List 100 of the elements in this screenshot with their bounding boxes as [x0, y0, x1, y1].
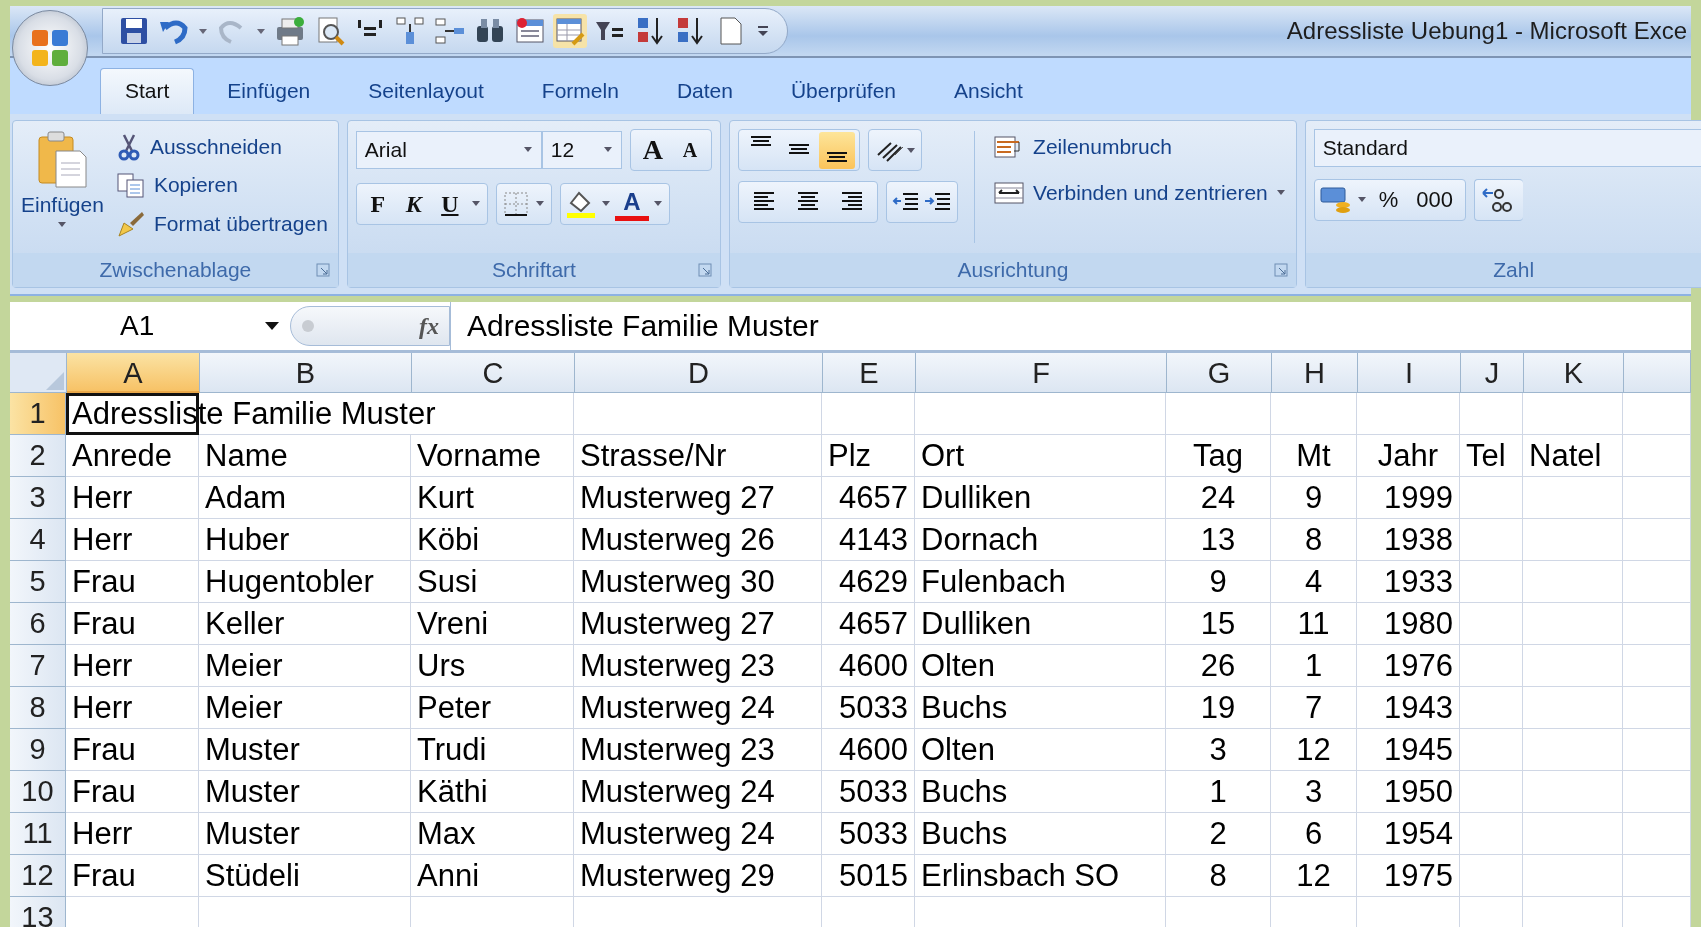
percent-button[interactable]: %: [1370, 187, 1407, 213]
column-header[interactable]: H: [1272, 353, 1358, 393]
merge-center-button[interactable]: Verbinden und zentrieren: [991, 175, 1288, 211]
table-cell: Mt: [1271, 435, 1357, 477]
row-header[interactable]: 8: [10, 687, 66, 729]
empty-cell: [1460, 645, 1523, 687]
font-name-dropdown[interactable]: Arial: [355, 131, 542, 169]
table-cell: Musterweg 24: [574, 813, 822, 855]
row-header[interactable]: 7: [10, 645, 66, 687]
row-header[interactable]: 12: [10, 855, 66, 897]
vertical-align-button[interactable]: [819, 131, 856, 169]
row-header[interactable]: 6: [10, 603, 66, 645]
table-cell: 26: [1166, 645, 1271, 687]
name-box[interactable]: A1: [10, 302, 290, 350]
table-cell: Erlinsbach SO: [915, 855, 1166, 897]
empty-cell: [1460, 687, 1523, 729]
dialog-launcher-icon[interactable]: [1273, 263, 1288, 277]
clipboard-command[interactable]: Kopieren: [113, 167, 330, 203]
shrink-font-button[interactable]: A: [673, 138, 708, 162]
empty-cell: [1460, 855, 1523, 897]
table-cell: 1950: [1357, 771, 1460, 813]
table-cell: 1: [1166, 771, 1271, 813]
table-cell: Musterweg 27: [574, 603, 822, 645]
ribbon-tab[interactable]: Start: [100, 68, 195, 114]
formula-input[interactable]: Adressliste Familie Muster: [450, 302, 1691, 350]
ribbon-tab[interactable]: Überprüfen: [765, 68, 921, 114]
column-header[interactable]: E: [823, 353, 916, 393]
table-cell: Strasse/Nr: [574, 435, 822, 477]
ribbon-tab[interactable]: Daten: [651, 68, 758, 114]
table-cell: Buchs: [915, 771, 1166, 813]
table-cell: Urs: [411, 645, 574, 687]
table-cell: 5015: [822, 855, 915, 897]
ribbon-tab[interactable]: Formeln: [516, 68, 644, 114]
table-cell: 4600: [822, 729, 915, 771]
table-cell: 9: [1166, 561, 1271, 603]
currency-icon[interactable]: [1318, 185, 1353, 215]
row-header[interactable]: 2: [10, 435, 66, 477]
font-style-button[interactable]: U: [432, 190, 467, 218]
row-header[interactable]: 4: [10, 519, 66, 561]
empty-cell: [1460, 603, 1523, 645]
column-header[interactable]: A: [67, 353, 200, 393]
table-cell: 11: [1271, 603, 1357, 645]
insert-function-button[interactable]: fx: [419, 312, 439, 340]
column-header[interactable]: B: [200, 353, 412, 393]
column-header[interactable]: G: [1167, 353, 1272, 393]
table-cell: 1: [1271, 645, 1357, 687]
column-header[interactable]: D: [575, 353, 823, 393]
column-header[interactable]: I: [1358, 353, 1461, 393]
table-cell: Käthi: [411, 771, 574, 813]
table-cell: Dulliken: [915, 603, 1166, 645]
table-cell: Ort: [915, 435, 1166, 477]
table-cell: Natel: [1523, 435, 1623, 477]
clipboard-command[interactable]: Format übertragen: [113, 205, 330, 243]
paste-button[interactable]: Einfügen: [21, 129, 104, 253]
table-cell: 1976: [1357, 645, 1460, 687]
table-cell: Tel: [1460, 435, 1523, 477]
table-icon[interactable]: [553, 14, 587, 48]
grow-font-button[interactable]: A: [634, 134, 672, 166]
row-header[interactable]: 9: [10, 729, 66, 771]
column-header[interactable]: J: [1461, 353, 1524, 393]
thousands-button[interactable]: 000: [1408, 187, 1461, 213]
row-header[interactable]: 1: [10, 393, 66, 435]
fill-bucket-icon[interactable]: [564, 189, 597, 219]
table-cell: 3: [1271, 771, 1357, 813]
row-header[interactable]: 13: [10, 897, 66, 927]
empty-cell: [1460, 477, 1523, 519]
dialog-launcher-icon[interactable]: [698, 263, 713, 277]
dialog-launcher-icon[interactable]: [315, 263, 330, 277]
table-cell: 5033: [822, 771, 915, 813]
ribbon-tab[interactable]: Ansicht: [929, 68, 1048, 114]
table-cell: 1938: [1357, 519, 1460, 561]
table-cell: Herr: [66, 519, 199, 561]
table-cell: 1933: [1357, 561, 1460, 603]
font-size-dropdown[interactable]: 12: [541, 131, 622, 169]
wrap-text-button[interactable]: Zeilenumbruch: [991, 129, 1288, 165]
table-cell: Olten: [915, 729, 1166, 771]
table-cell: 1954: [1357, 813, 1460, 855]
row-header[interactable]: 3: [10, 477, 66, 519]
font-style-button[interactable]: K: [396, 190, 431, 218]
ribbon-tab[interactable]: Einfügen: [202, 68, 336, 114]
row-header[interactable]: 11: [10, 813, 66, 855]
row-header[interactable]: 5: [10, 561, 66, 603]
ribbon-tab[interactable]: Seitenlayout: [343, 68, 509, 114]
table-cell: 2: [1166, 813, 1271, 855]
table-cell: 3: [1166, 729, 1271, 771]
number-format-dropdown[interactable]: Standard: [1313, 129, 1701, 167]
empty-cell: [1460, 771, 1523, 813]
row-header[interactable]: 10: [10, 771, 66, 813]
column-header[interactable]: C: [412, 353, 575, 393]
column-header[interactable]: K: [1524, 353, 1624, 393]
table-cell: Vreni: [411, 603, 574, 645]
caret-icon: [1275, 189, 1286, 197]
column-header[interactable]: F: [916, 353, 1167, 393]
table-cell: Fulenbach: [915, 561, 1166, 603]
table-cell: Max: [411, 813, 574, 855]
empty-cell: [1460, 561, 1523, 603]
clipboard-command[interactable]: Ausschneiden: [113, 129, 330, 165]
font-style-button[interactable]: F: [360, 190, 395, 218]
handle-icon[interactable]: [301, 319, 315, 333]
table-cell: 1945: [1357, 729, 1460, 771]
